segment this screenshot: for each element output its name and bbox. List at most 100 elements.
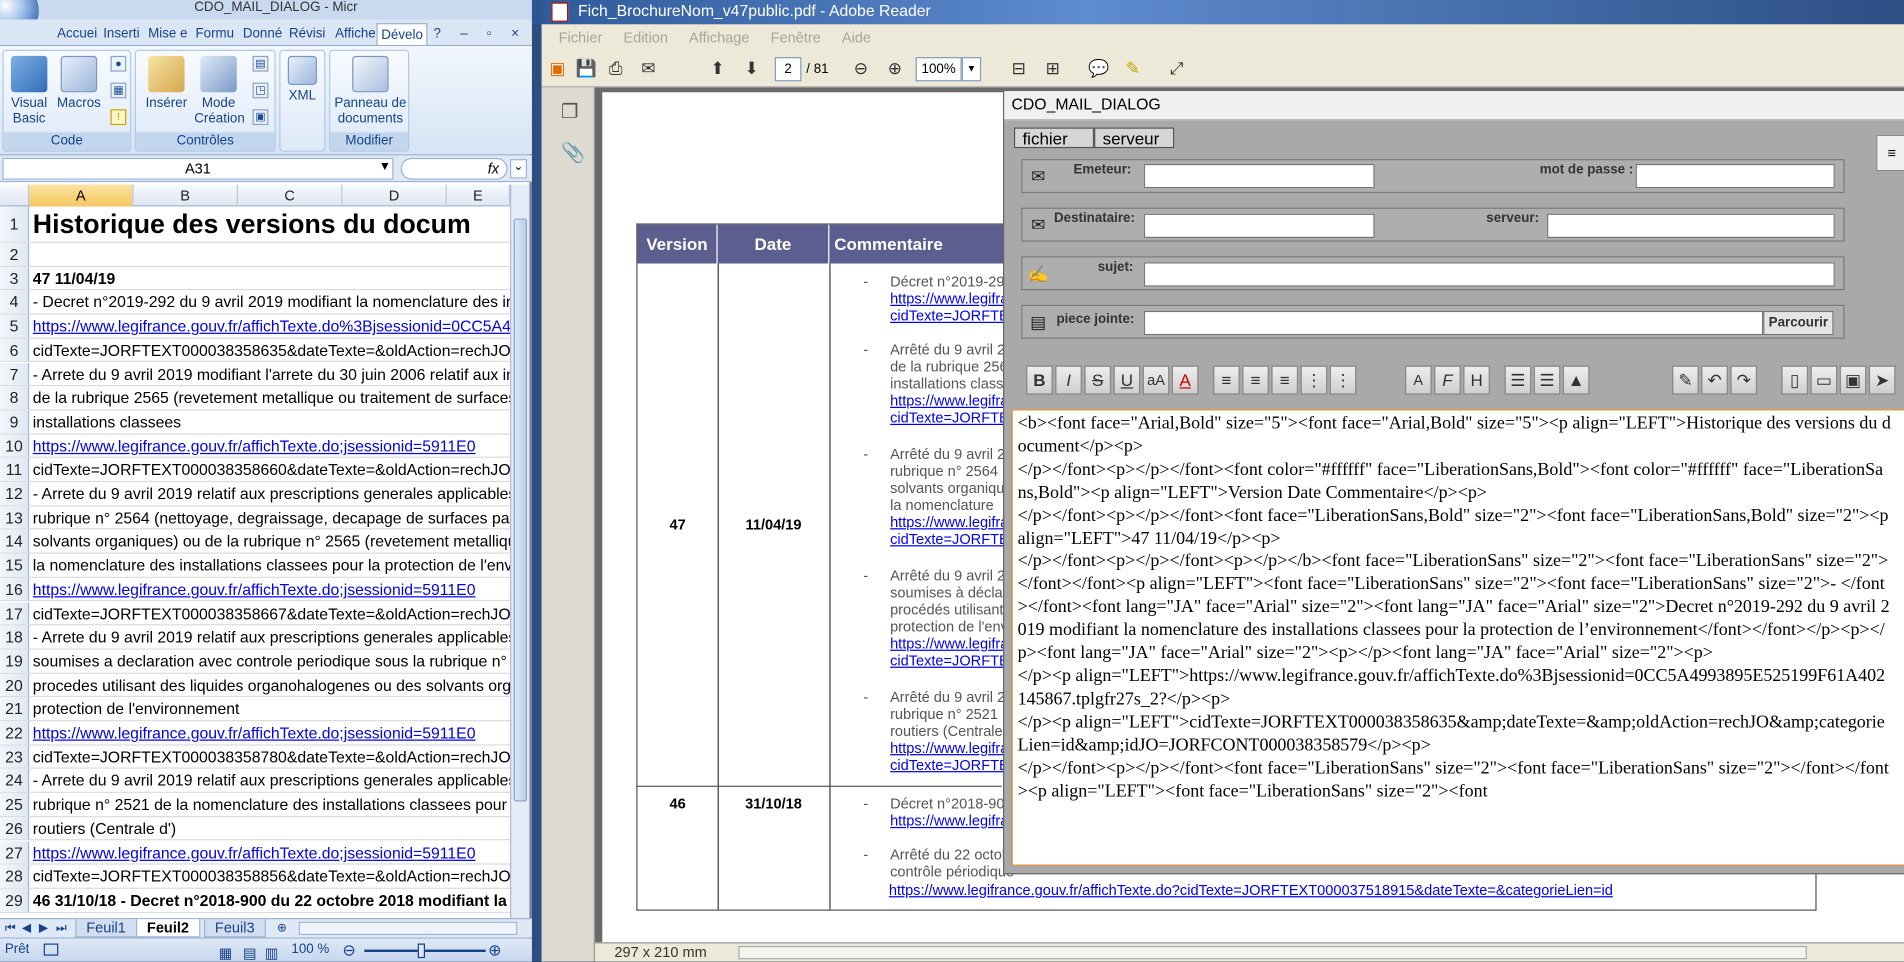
row-number[interactable]: 29 bbox=[0, 888, 30, 912]
row-number[interactable]: 18 bbox=[0, 625, 30, 649]
cell[interactable]: procedes utilisant des liquides organoha… bbox=[33, 673, 510, 696]
cell[interactable]: cidTexte=JORFTEXT000038358856&dateTexte=… bbox=[33, 865, 510, 888]
name-box[interactable]: A31 bbox=[2, 157, 394, 180]
cell[interactable]: cidTexte=JORFTEXT000038358635&dateTexte=… bbox=[33, 339, 510, 362]
tab-revision[interactable]: Révisi bbox=[285, 23, 329, 45]
cell[interactable]: Historique des versions du docum bbox=[33, 206, 510, 241]
redo-icon[interactable]: ↷ bbox=[1730, 365, 1758, 395]
row-number[interactable]: 23 bbox=[0, 745, 30, 768]
cell[interactable]: - Arrete du 9 avril 2019 relatif aux pre… bbox=[33, 769, 510, 792]
table-row[interactable]: 18- Arrete du 9 avril 2019 relatif aux p… bbox=[0, 625, 511, 650]
xml-button[interactable]: XML bbox=[283, 55, 322, 105]
menu-affichage[interactable]: Affichage bbox=[689, 29, 750, 46]
row-number[interactable]: 9 bbox=[0, 410, 30, 433]
cell[interactable]: https://www.legifrance.gouv.fr/affichTex… bbox=[33, 578, 510, 601]
expand-icon[interactable]: ⤢ bbox=[1166, 57, 1188, 79]
tab-formules[interactable]: Formu bbox=[192, 23, 238, 45]
spreadsheet-grid[interactable]: 1 Historique des versions du docum 2 3 47 11… bbox=[0, 206, 511, 918]
horizontal-scrollbar[interactable] bbox=[298, 921, 518, 936]
row-number[interactable]: 20 bbox=[0, 673, 30, 697]
row-number[interactable]: 10 bbox=[0, 434, 30, 457]
column-header-b[interactable]: B bbox=[134, 184, 239, 207]
cell[interactable]: de la rubrique 2565 (revetement metalliq… bbox=[33, 386, 510, 409]
cell[interactable]: la nomenclature des installations classe… bbox=[33, 554, 510, 577]
tab-affichage[interactable]: Affiche bbox=[332, 23, 380, 45]
zoom-slider-thumb[interactable] bbox=[417, 943, 426, 959]
row-number[interactable]: 6 bbox=[0, 338, 30, 362]
table-row[interactable]: 29 46 31/10/18 - Decret n°2018-900 du 22 … bbox=[0, 888, 511, 913]
fit-page-icon[interactable]: ⊟ bbox=[1008, 57, 1030, 79]
row-number[interactable]: 8 bbox=[0, 386, 30, 410]
table-row[interactable]: 13 rubrique n° 2564 (nettoyage, degraissa… bbox=[0, 505, 511, 530]
bold-button[interactable]: B bbox=[1026, 365, 1053, 395]
table-row[interactable]: 23 cidTexte=JORFTEXT000038358780&dateText… bbox=[0, 745, 511, 770]
table-row[interactable]: 24- Arrete du 9 avril 2019 relatif aux p… bbox=[0, 769, 511, 794]
table-row[interactable]: 25 rubrique n° 2521 de la nomenclature de… bbox=[0, 793, 511, 817]
table-row[interactable]: 16 https://www.legifrance.gouv.fr/affichT… bbox=[0, 577, 511, 602]
pdf-link[interactable]: https://www.legifrance.gouv.fr/affichTex… bbox=[889, 882, 1613, 899]
column-header-d[interactable]: D bbox=[342, 184, 447, 207]
piece-jointe-input[interactable] bbox=[1143, 310, 1764, 336]
new-document-icon[interactable]: ▯ bbox=[1781, 365, 1809, 395]
macro-record-icon[interactable] bbox=[43, 943, 59, 956]
table-row[interactable]: 27 https://www.legifrance.gouv.fr/affichT… bbox=[0, 840, 511, 865]
panneau-documents-button[interactable]: Panneau de documents bbox=[333, 55, 408, 128]
zoom-out-icon[interactable]: ⊖ bbox=[342, 939, 355, 962]
mode-creation-button[interactable]: Mode Création bbox=[194, 55, 245, 128]
menu-fichier[interactable]: Fichier bbox=[559, 29, 603, 46]
attachments-icon[interactable]: 📎 bbox=[561, 141, 585, 165]
emeteur-input[interactable] bbox=[1143, 163, 1375, 189]
comment-icon[interactable]: 💬 bbox=[1088, 57, 1110, 79]
view-code-icon[interactable]: ◳ bbox=[252, 82, 269, 99]
table-row[interactable]: 11 cidTexte=JORFTEXT000038358660&dateText… bbox=[0, 458, 511, 483]
select-all[interactable] bbox=[0, 184, 30, 207]
serveur-input[interactable] bbox=[1547, 213, 1835, 239]
cell[interactable] bbox=[33, 243, 510, 266]
table-row[interactable]: 4- Decret n°2019-292 du 9 avril 2019 mod… bbox=[0, 290, 511, 315]
row-number[interactable]: 22 bbox=[0, 721, 30, 744]
table-row[interactable]: 6 cidTexte=JORFTEXT000038358635&dateTexte… bbox=[0, 338, 511, 363]
table-row[interactable]: 15 la nomenclature des installations clas… bbox=[0, 553, 511, 578]
email-icon[interactable]: ✉ bbox=[634, 57, 663, 79]
table-row[interactable]: 8 de la rubrique 2565 (revetement metalli… bbox=[0, 386, 511, 411]
strike-button[interactable]: S bbox=[1084, 365, 1112, 395]
cell[interactable]: cidTexte=JORFTEXT000038358780&dateTexte=… bbox=[33, 745, 510, 768]
cell[interactable]: rubrique n° 2564 (nettoyage, degraissage… bbox=[33, 506, 510, 529]
page-break-icon[interactable]: ▥ bbox=[265, 942, 279, 962]
tab-donnees[interactable]: Donné bbox=[239, 23, 286, 45]
scroll-thumb[interactable] bbox=[513, 218, 528, 802]
html-editor[interactable]: <b><font face="Arial,Bold" size="5"><fon… bbox=[1011, 409, 1904, 866]
pencil-icon[interactable]: ✎ bbox=[1672, 365, 1699, 395]
row-number[interactable]: 17 bbox=[0, 601, 30, 625]
inserer-button[interactable]: Insérer bbox=[141, 55, 192, 112]
pages-icon[interactable]: ❐ bbox=[561, 100, 578, 124]
undo-icon[interactable]: ↶ bbox=[1701, 365, 1728, 395]
zoom-out-icon[interactable]: ⊖ bbox=[850, 57, 872, 79]
visual-basic-button[interactable]: Visual Basic bbox=[7, 55, 51, 128]
parcourir-button[interactable]: Parcourir bbox=[1763, 310, 1834, 336]
macro-security-icon[interactable]: ! bbox=[110, 109, 127, 126]
table-row[interactable]: 9 installations classees bbox=[0, 410, 511, 435]
record-macro-icon[interactable]: ● bbox=[110, 55, 127, 72]
help-icon[interactable]: ? bbox=[430, 23, 445, 45]
row-number[interactable]: 13 bbox=[0, 505, 30, 529]
table-row[interactable]: 7- Arrete du 9 avril 2019 modifiant l'ar… bbox=[0, 362, 511, 387]
row-number[interactable]: 27 bbox=[0, 840, 30, 864]
row-number[interactable]: 12 bbox=[0, 482, 30, 505]
cell[interactable]: soumises a declaration avec controle per… bbox=[33, 650, 510, 673]
prev-page-icon[interactable]: ⬆ bbox=[707, 57, 729, 79]
menu-serveur[interactable]: serveur bbox=[1094, 127, 1175, 149]
column-header-c[interactable]: C bbox=[238, 184, 343, 207]
sheet-tab-feuil2[interactable]: Feuil2 bbox=[136, 919, 200, 938]
table-row[interactable]: 26 routiers (Centrale d') bbox=[0, 816, 511, 841]
sheet-tab-feuil3[interactable]: Feuil3 bbox=[204, 919, 266, 938]
send-icon[interactable]: ➤ bbox=[1868, 365, 1896, 395]
menu-edition[interactable]: Edition bbox=[623, 29, 668, 46]
tab-insertion[interactable]: Inserti bbox=[100, 23, 144, 45]
cell[interactable]: https://www.legifrance.gouv.fr/affichTex… bbox=[33, 841, 510, 864]
relative-ref-icon[interactable]: ▦ bbox=[110, 82, 127, 99]
properties-icon[interactable]: ▤ bbox=[252, 55, 269, 72]
next-sheet-icon[interactable]: ▶ bbox=[39, 922, 48, 935]
table-row[interactable]: 14 solvants organiques) ou de la rubrique… bbox=[0, 529, 511, 554]
table-row[interactable]: 3 47 11/04/19 bbox=[0, 266, 511, 291]
